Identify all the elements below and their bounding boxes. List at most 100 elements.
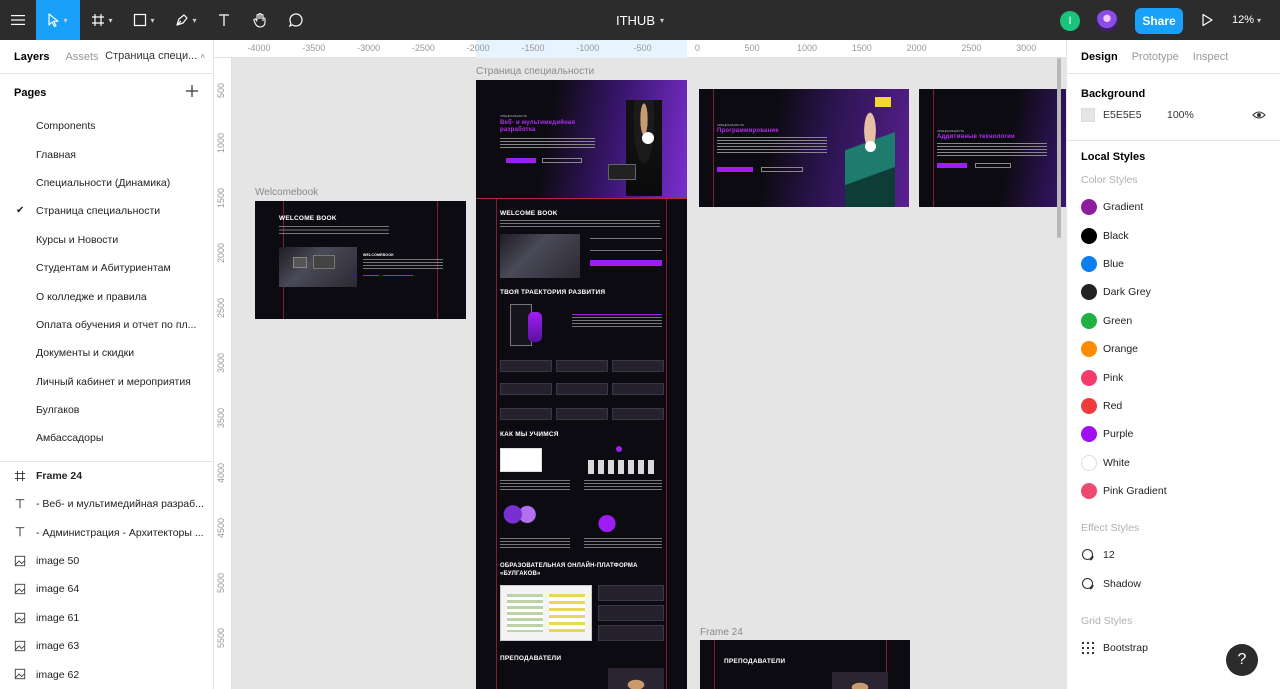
user-avatar-photo[interactable] [1096,10,1118,32]
frame-additive[interactable]: СПЕЦИАЛЬНОСТЬ Аддитивные технологии [919,89,1066,207]
color-style-item[interactable]: Green [1067,307,1280,335]
color-style-item[interactable]: Purple [1067,420,1280,448]
eye-visibility-icon[interactable] [1252,109,1266,121]
frame-label-specialty[interactable]: Страница специальности [476,66,594,77]
background-row[interactable]: E5E5E5 100% [1067,100,1280,130]
layer-item[interactable]: image 50 [0,547,213,575]
page-item-label: Документы и скидки [36,347,135,360]
mock-illustration [588,460,654,474]
background-swatch[interactable] [1081,108,1095,122]
color-style-item[interactable]: Red [1067,392,1280,420]
frame-tool-button[interactable]: ▾ [84,0,120,40]
user-avatar-initial[interactable]: I [1060,11,1080,31]
main-menu-button[interactable] [0,0,36,40]
background-hex[interactable]: E5E5E5 [1103,109,1142,121]
color-style-item[interactable]: Blue [1067,250,1280,278]
layers-list: Frame 24 - Веб- и мультимедийная разраб..… [0,462,213,689]
layer-item[interactable]: Frame 24 [0,462,213,490]
color-style-item[interactable]: Black [1067,221,1280,249]
mock-teacher-photo [608,668,664,689]
canvas[interactable]: -4000 -3500 -3000 -2500 -2000 -1500 -1000 -500 0… [214,40,1066,689]
frame-specialty-page[interactable]: СПЕЦИАЛЬНОСТЬ Веб- и мультимедийная разр… [476,80,687,689]
current-page-selector[interactable]: Страница специ... ˄ [105,50,205,62]
color-style-label: White [1103,456,1130,469]
layer-item[interactable]: image 62 [0,660,213,688]
canvas-scrollbar[interactable] [1057,58,1061,238]
text-tool-button[interactable] [210,0,238,40]
page-item[interactable]: Булгаков [0,396,213,424]
play-video-icon[interactable] [865,141,876,152]
ruler-tick-label: 2000 [906,43,927,53]
mock-card [612,383,664,395]
page-item[interactable]: О колледже и правила [0,282,213,310]
tab-inspect[interactable]: Inspect [1193,51,1228,63]
page-item[interactable]: ✔ Страница специальности [0,197,213,225]
hand-tool-button[interactable] [246,0,274,40]
move-tool-button[interactable]: ▾ [36,0,80,40]
frame-programming[interactable]: СПЕЦИАЛЬНОСТЬ Программирование [699,89,909,207]
color-swatch [1081,199,1097,216]
ruler-tick-label: 1000 [216,132,226,153]
background-opacity[interactable]: 100% [1167,109,1194,121]
current-page-name: Страница специ... [105,50,198,62]
color-style-item[interactable]: Pink [1067,363,1280,391]
pen-tool-button[interactable]: ▾ [168,0,204,40]
page-item[interactable]: Амбассадоры [0,424,213,452]
tab-design[interactable]: Design [1081,51,1118,63]
color-swatch [1081,227,1097,244]
page-item[interactable]: Главная [0,140,213,168]
document-title[interactable]: ITHUB ▾ [560,0,720,40]
hero-person-photo [845,109,895,207]
layer-item[interactable]: - Веб- и мультимедийная разраб... [0,490,213,518]
shape-tool-button[interactable]: ▾ [126,0,162,40]
page-item-label: Курсы и Новости [36,233,119,246]
comment-tool-button[interactable] [282,0,310,40]
frame-24[interactable]: ПРЕПОДАВАТЕЛИ [700,640,910,689]
share-button[interactable]: Share [1135,8,1183,34]
tab-layers[interactable]: Layers [14,51,49,63]
layer-item[interactable]: image 61 [0,604,213,632]
frame-label-welcomebook[interactable]: Welcomebook [255,187,318,198]
page-item[interactable]: Личный кабинет и мероприятия [0,368,213,396]
frame-label-frame-24[interactable]: Frame 24 [700,627,743,638]
pen-nib-icon [176,14,189,26]
ruler-tick-label: 500 [744,43,760,53]
color-style-item[interactable]: Orange [1067,335,1280,363]
color-style-item[interactable]: Pink Gradient [1067,477,1280,505]
layer-item[interactable]: image 64 [0,575,213,603]
page-item[interactable]: Специальности (Динамика) [0,169,213,197]
add-page-plus-icon[interactable] [185,84,199,98]
color-style-item[interactable]: Dark Grey [1067,278,1280,306]
ruler-tick-label: -3000 [357,43,381,53]
layer-item-label: - Веб- и мультимедийная разраб... [36,498,204,511]
page-item[interactable]: Студентам и Абитуриентам [0,254,213,282]
play-video-icon[interactable] [642,132,654,144]
color-style-item[interactable]: White [1067,449,1280,477]
page-item[interactable]: Оплата обучения и отчет по пл... [0,311,213,339]
layer-item[interactable]: image 63 [0,632,213,660]
document-title-text: ITHUB [615,12,655,28]
page-item[interactable]: Документы и скидки [0,339,213,367]
hero-device-image [608,164,636,180]
mock-heading: ОБРАЗОВАТЕЛЬНАЯ ОНЛАЙН-ПЛАТФОРМА «БУЛГАК… [500,563,638,577]
tab-prototype[interactable]: Prototype [1132,51,1179,63]
layer-item[interactable]: - Администрация - Архитекторы ... [0,518,213,546]
page-item-label: Личный кабинет и мероприятия [36,375,191,388]
color-style-item[interactable]: Gradient [1067,193,1280,221]
page-item-label: О колледже и правила [36,290,147,303]
help-button[interactable]: ? [1226,644,1258,676]
effect-style-12[interactable]: 12 [1067,541,1280,569]
color-swatch [1081,312,1097,329]
zoom-menu[interactable]: 12% ▾ [1232,0,1261,40]
page-item[interactable]: Components [0,112,213,140]
page-item[interactable]: Курсы и Новости [0,226,213,254]
mock-card [500,360,552,372]
present-button[interactable] [1198,11,1216,29]
tab-assets[interactable]: Assets [65,51,98,63]
mock-screen-content [549,594,585,632]
cursor-arrow-icon [48,13,60,27]
frame-welcomebook[interactable]: WELCOME BOOK WELCOMEBOOK [255,201,466,319]
effect-style-shadow[interactable]: Shadow [1067,570,1280,598]
color-style-label: Orange [1103,343,1139,356]
chevron-down-icon: ▾ [63,15,68,25]
